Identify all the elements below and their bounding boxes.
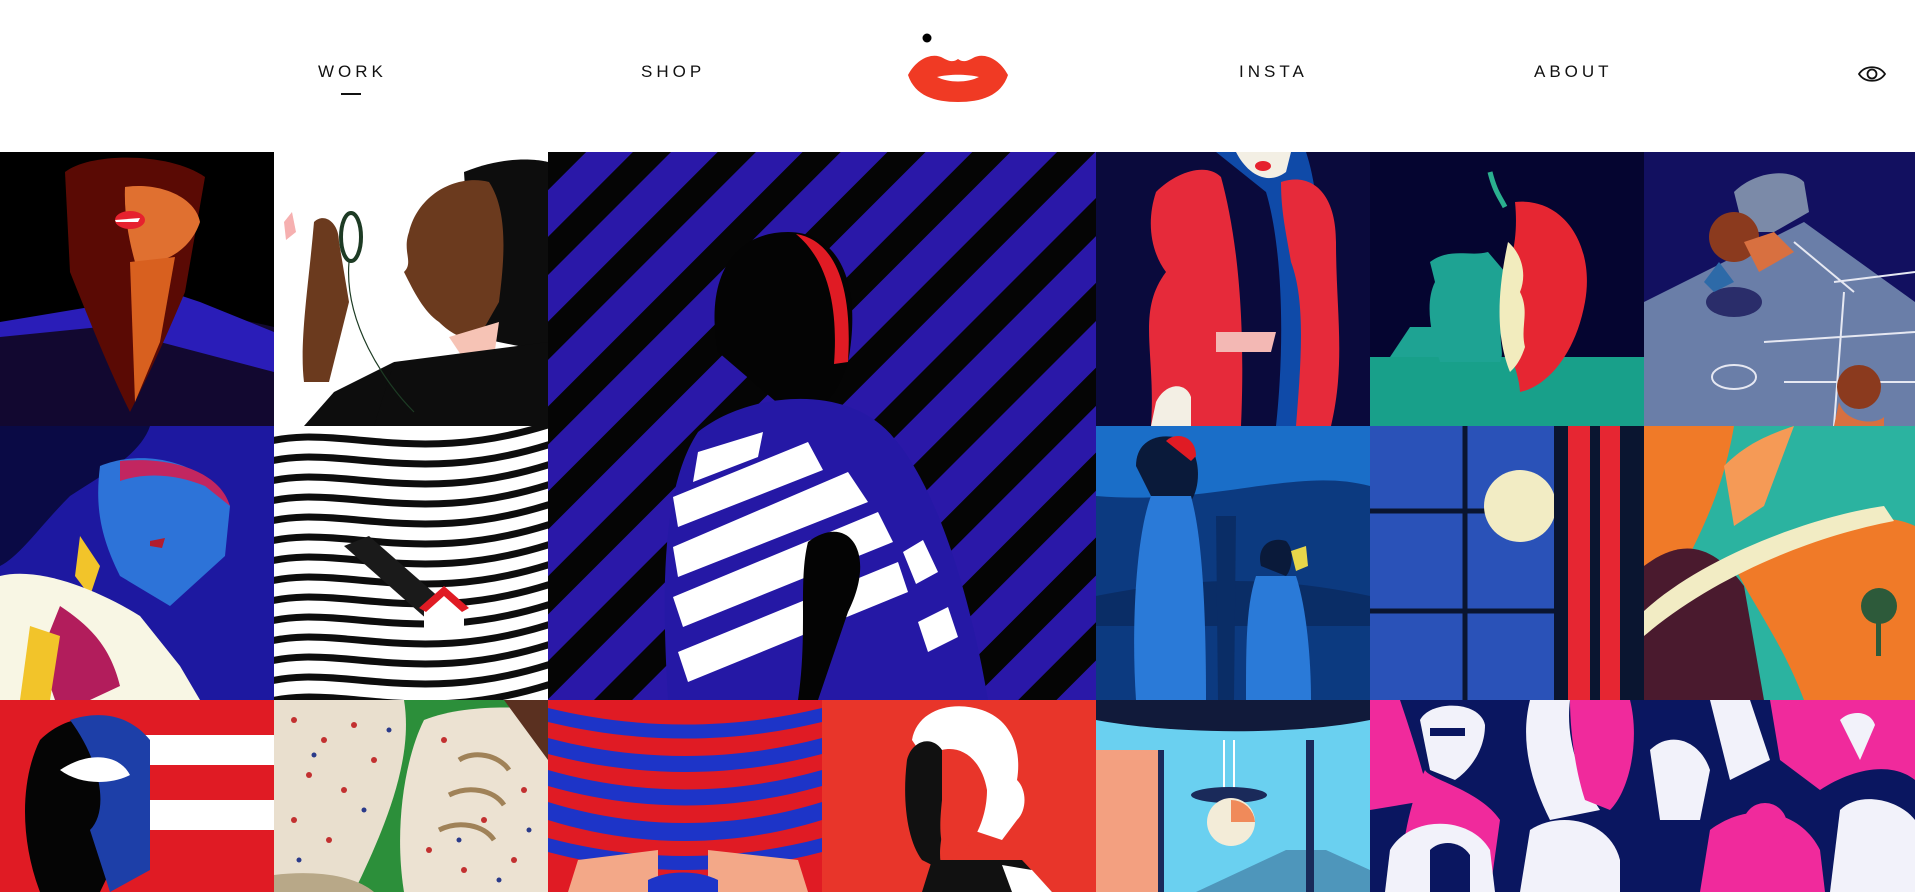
- artwork-tile-striped-shirt-woman[interactable]: [548, 152, 1096, 700]
- artwork-tile-theater-balcony[interactable]: [1096, 426, 1370, 700]
- active-nav-indicator: [341, 93, 361, 95]
- nav-insta-link[interactable]: INSTA: [1239, 62, 1308, 82]
- artwork-tile-wavy-lines-house[interactable]: [274, 426, 548, 700]
- eye-icon[interactable]: [1857, 62, 1887, 86]
- artwork-tile-crowd-pink[interactable]: [1370, 700, 1915, 892]
- artwork-tile-canyon-road[interactable]: [1644, 426, 1915, 700]
- nav-work-link[interactable]: WORK: [318, 62, 387, 82]
- artwork-tile-apple-core-faces[interactable]: [1370, 152, 1644, 426]
- site-header: WORK SHOP INSTA ABOUT: [0, 0, 1915, 152]
- artwork-tile-red-flag-face[interactable]: [0, 700, 274, 892]
- artwork-tile-woman-with-mirror[interactable]: [274, 152, 548, 426]
- red-lips-logo[interactable]: [905, 30, 1011, 102]
- artwork-tile-lamp-interior[interactable]: [1096, 700, 1370, 892]
- artwork-tile-printed-sneakers[interactable]: [274, 700, 548, 892]
- nav-about-link[interactable]: ABOUT: [1534, 62, 1613, 82]
- artwork-tile-mozart-portrait[interactable]: [822, 700, 1096, 892]
- artwork-tile-red-hair-woman[interactable]: [1096, 152, 1370, 426]
- artwork-tile-woman-red-lips-dark[interactable]: [0, 152, 274, 426]
- gallery-grid: [0, 152, 1915, 892]
- artwork-tile-hopscotch-kids[interactable]: [1644, 152, 1915, 426]
- artwork-tile-red-blue-stripes-figure[interactable]: [548, 700, 822, 892]
- artwork-tile-window-moon[interactable]: [1370, 426, 1644, 700]
- nav-shop-link[interactable]: SHOP: [641, 62, 705, 82]
- artwork-tile-woman-blue-face[interactable]: [0, 426, 274, 700]
